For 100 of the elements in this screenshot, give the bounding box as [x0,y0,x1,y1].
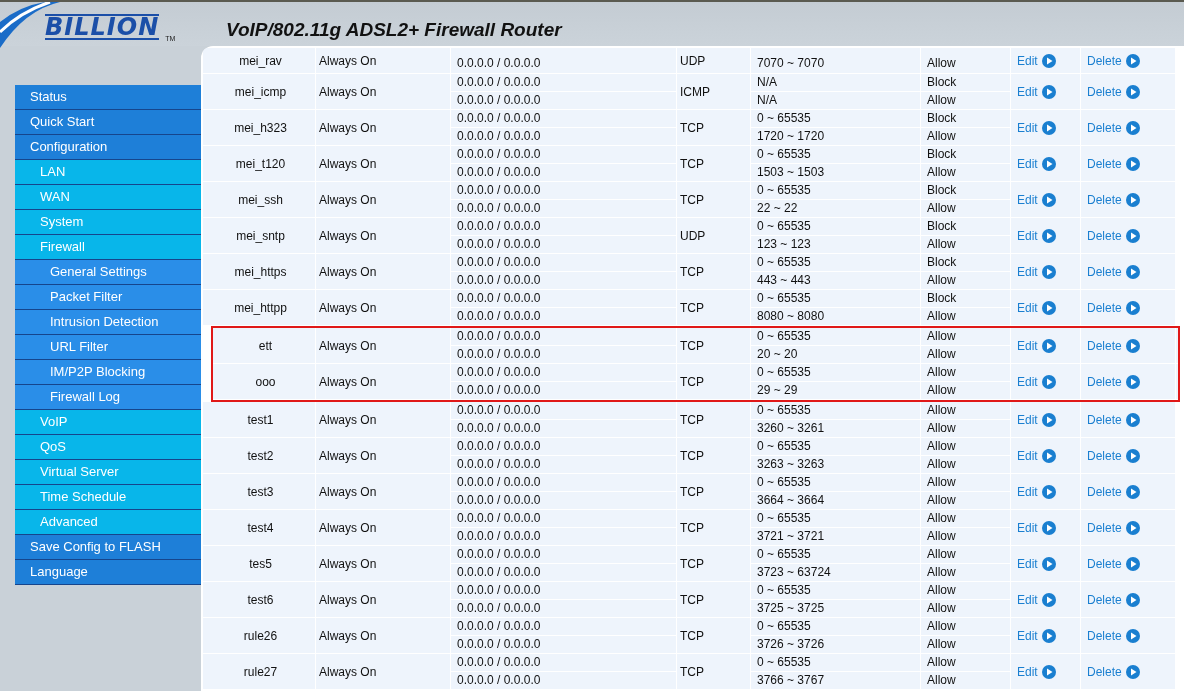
table-cell-text: 20 ~ 20 [756,346,799,363]
edit-link[interactable]: Edit [1017,374,1056,389]
table-cell: mei_h323 [203,110,316,145]
table-cell: 0 ~ 65535 [751,218,920,236]
table-cell-text: Allow [926,672,957,689]
sidebar-item[interactable]: LAN [15,160,201,185]
edit-link[interactable]: Edit [1017,120,1056,135]
edit-link[interactable]: Edit [1017,228,1056,243]
edit-link[interactable]: Edit [1017,448,1056,463]
table-cell-text: Allow [926,420,957,437]
table-cell-text: 22 ~ 22 [756,200,799,217]
sidebar-item[interactable]: Language [15,560,201,585]
delete-link[interactable]: Delete [1087,120,1140,135]
table-cell: 0 ~ 65535 [751,618,920,636]
table-cell: rule26 [203,618,316,653]
edit-link[interactable]: Edit [1017,156,1056,171]
table-cell-text: 0.0.0.0 / 0.0.0.0 [456,420,542,437]
edit-link[interactable]: Edit [1017,264,1056,279]
delete-link[interactable]: Delete [1087,374,1140,389]
sidebar-item[interactable]: VoIP [15,410,201,435]
edit-link[interactable]: Edit [1017,338,1056,353]
sidebar-item[interactable]: Configuration [15,135,201,160]
table-cell-text: 0.0.0.0 / 0.0.0.0 [456,55,542,72]
table-cell: TCP [677,438,751,473]
table-cell: Always On [316,74,451,109]
edit-link[interactable]: Edit [1017,664,1056,679]
table-cell: TCP [677,146,751,181]
edit-link[interactable]: Edit [1017,412,1056,427]
table-cell: rule27 [203,654,316,689]
sidebar-item[interactable]: Packet Filter [15,285,201,310]
edit-link[interactable]: Edit [1017,54,1056,68]
edit-link[interactable]: Edit [1017,556,1056,571]
table-cell: Always On [316,218,451,253]
sidebar-item[interactable]: Save Config to FLASH [15,535,201,560]
table-cell: 0.0.0.0 / 0.0.0.0 [451,654,676,672]
delete-link[interactable]: Delete [1087,84,1140,99]
delete-link[interactable]: Delete [1087,556,1140,571]
delete-link[interactable]: Delete [1087,300,1140,315]
table-cell: tes5 [203,546,316,581]
delete-link[interactable]: Delete [1087,520,1140,535]
delete-link[interactable]: Delete [1087,264,1140,279]
delete-link[interactable]: Delete [1087,228,1140,243]
table-cell: TCP [677,328,751,363]
sidebar-item[interactable]: QoS [15,435,201,460]
table-cell-text: 3721 ~ 3721 [756,528,826,545]
table-cell-text: 3766 ~ 3767 [756,672,826,689]
delete-link[interactable]: Delete [1087,54,1140,68]
table-cell: ICMP [677,74,751,109]
sidebar-item[interactable]: Firewall [15,235,201,260]
table-cell-text: Allow [926,492,957,509]
table-cell: N/A [751,74,920,92]
table-cell: Always On [316,546,451,581]
sidebar-item[interactable]: Status [15,85,201,110]
edit-link[interactable]: Edit [1017,628,1056,643]
delete-link[interactable]: Delete [1087,192,1140,207]
sidebar-item[interactable]: Time Schedule [15,485,201,510]
table-cell-text: Allow [926,528,957,545]
table-cell: TCP [677,654,751,689]
table-cell: TCP [677,290,751,325]
sidebar-item[interactable]: WAN [15,185,201,210]
table-cell-text: 0.0.0.0 / 0.0.0.0 [456,236,542,253]
sidebar-item[interactable]: IM/P2P Blocking [15,360,201,385]
delete-link[interactable]: Delete [1087,156,1140,171]
sidebar-item[interactable]: General Settings [15,260,201,285]
table-cell: Block [921,254,1010,272]
table-cell: 0.0.0.0 / 0.0.0.0 [451,74,676,92]
edit-link[interactable]: Edit [1017,520,1056,535]
table-cell-text: 0.0.0.0 / 0.0.0.0 [456,672,542,689]
table-cell: Always On [316,328,451,363]
edit-link[interactable]: Edit [1017,300,1056,315]
table-cell: test1 [203,402,316,437]
edit-link[interactable]: Edit [1017,84,1056,99]
sidebar-item[interactable]: Quick Start [15,110,201,135]
delete-link[interactable]: Delete [1087,628,1140,643]
table-cell: 0.0.0.0 / 0.0.0.0 [451,328,676,346]
sidebar-item[interactable]: Virtual Server [15,460,201,485]
table-cell: Always On [316,110,451,145]
sidebar-item[interactable]: System [15,210,201,235]
edit-link[interactable]: Edit [1017,592,1056,607]
sidebar-item[interactable]: Intrusion Detection [15,310,201,335]
delete-link[interactable]: Delete [1087,592,1140,607]
table-cell-text: 0.0.0.0 / 0.0.0.0 [456,492,542,509]
delete-link[interactable]: Delete [1087,664,1140,679]
delete-link[interactable]: Delete [1087,338,1140,353]
delete-link[interactable]: Delete [1087,448,1140,463]
delete-link[interactable]: Delete [1087,484,1140,499]
table-cell: 0 ~ 65535 [751,254,920,272]
edit-link[interactable]: Edit [1017,484,1056,499]
table-cell: Always On [316,146,451,181]
edit-link[interactable]: Edit [1017,192,1056,207]
table-cell: Allow [921,438,1010,456]
table-cell-text: 0.0.0.0 / 0.0.0.0 [456,92,542,109]
table-cell: Allow [921,364,1010,382]
sidebar-item[interactable]: URL Filter [15,335,201,360]
table-cell: 0 ~ 65535 [751,402,920,420]
delete-link[interactable]: Delete [1087,412,1140,427]
table-cell-text: Allow [926,456,957,473]
table-cell: Allow [921,474,1010,492]
sidebar-item[interactable]: Firewall Log [15,385,201,410]
sidebar-item[interactable]: Advanced [15,510,201,535]
